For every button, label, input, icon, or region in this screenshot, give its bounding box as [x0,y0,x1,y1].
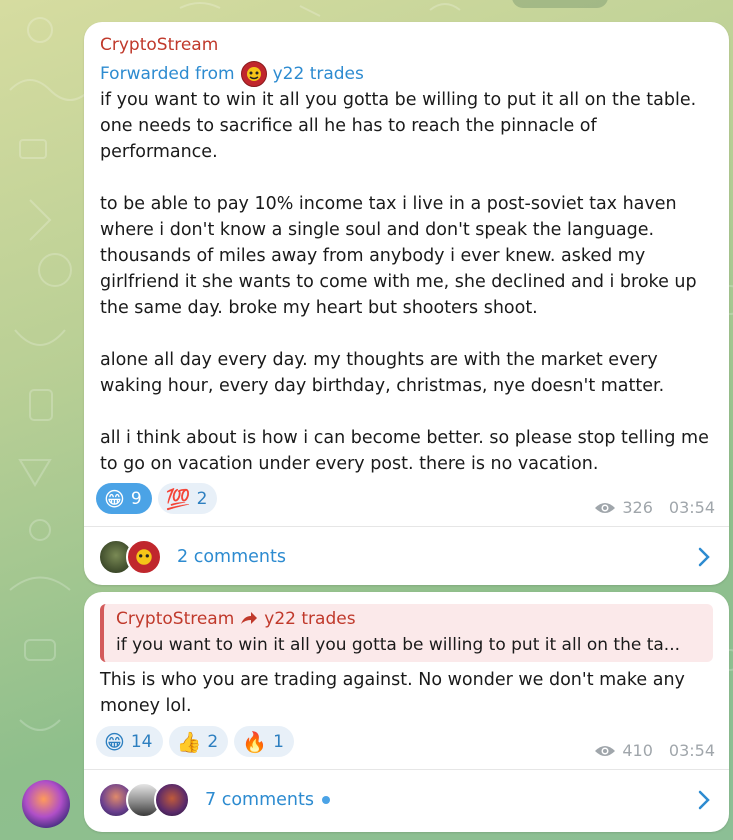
reaction-count: 2 [196,488,208,509]
comments-link[interactable]: 7 comments [205,790,330,810]
reaction-grin[interactable]: 😁 9 [96,483,152,514]
comments-row[interactable]: 2 comments [84,529,729,585]
hundred-emoji-icon: 💯 [165,486,191,511]
grin-emoji-icon: 😁 [104,729,125,754]
message-time: 03:54 [668,498,715,517]
message-meta: 410 03:54 [594,741,715,760]
comments-row[interactable]: 7 comments [84,772,729,828]
commenter-avatars [98,782,190,818]
reply-sender: CryptoStream [116,609,235,629]
forwarded-channel-name[interactable]: y22 trades [273,64,364,84]
reaction-grin[interactable]: 😁 14 [96,726,163,757]
commenter-avatar [126,539,162,575]
forwarded-prefix: Forwarded from [100,64,235,84]
reactions-bar: 😁 9 💯 2 [96,483,218,514]
eye-icon [595,745,616,756]
message-bubble-forwarded[interactable]: CryptoStream Forwarded from y22 trades i… [84,22,729,585]
reply-excerpt: if you want to win it all you gotta be w… [116,635,680,655]
comments-label: 7 comments [205,790,314,810]
reaction-thumbs-up[interactable]: 👍 2 [168,726,229,757]
commenter-avatars [98,539,162,575]
channel-avatar-icon[interactable] [240,61,267,87]
forwarded-from-line[interactable]: Forwarded from y22 trades [100,61,364,87]
commenter-avatar [154,782,190,818]
message-time: 03:54 [668,741,715,760]
reply-quote[interactable]: CryptoStream y22 trades if you want to w… [100,604,713,662]
message-text: if you want to win it all you gotta be w… [100,90,709,474]
reaction-count: 1 [273,731,284,752]
message-meta: 326 03:54 [594,498,715,517]
unread-dot [321,796,330,804]
reaction-hundred[interactable]: 💯 2 [157,483,218,514]
grin-emoji-icon: 😁 [104,486,125,511]
eye-icon [595,502,616,513]
reply-header: CryptoStream y22 trades [116,609,356,629]
reaction-count: 2 [207,731,219,752]
channel-avatar[interactable] [22,780,70,828]
view-count: 326 [622,498,653,517]
thumbs-up-emoji-icon: 👍 [176,729,202,754]
reaction-fire[interactable]: 🔥 1 [234,726,294,757]
chevron-right-icon[interactable] [697,546,711,568]
message-text: This is who you are trading against. No … [100,670,691,716]
forward-arrow-icon [241,612,258,624]
reaction-count: 14 [130,731,153,752]
view-count: 410 [622,741,653,760]
message-bubble-reply[interactable]: CryptoStream y22 trades if you want to w… [84,592,729,832]
divider [84,526,729,527]
fire-emoji-icon: 🔥 [242,729,268,754]
sender-name[interactable]: CryptoStream [100,35,218,55]
top-scroll-pill [512,0,608,8]
reactions-bar: 😁 14 👍 2 🔥 1 [96,726,294,757]
divider [84,769,729,770]
chevron-right-icon[interactable] [697,789,711,811]
comments-link[interactable]: 2 comments [177,547,286,567]
reply-target: y22 trades [264,609,356,629]
reaction-count: 9 [130,488,142,509]
